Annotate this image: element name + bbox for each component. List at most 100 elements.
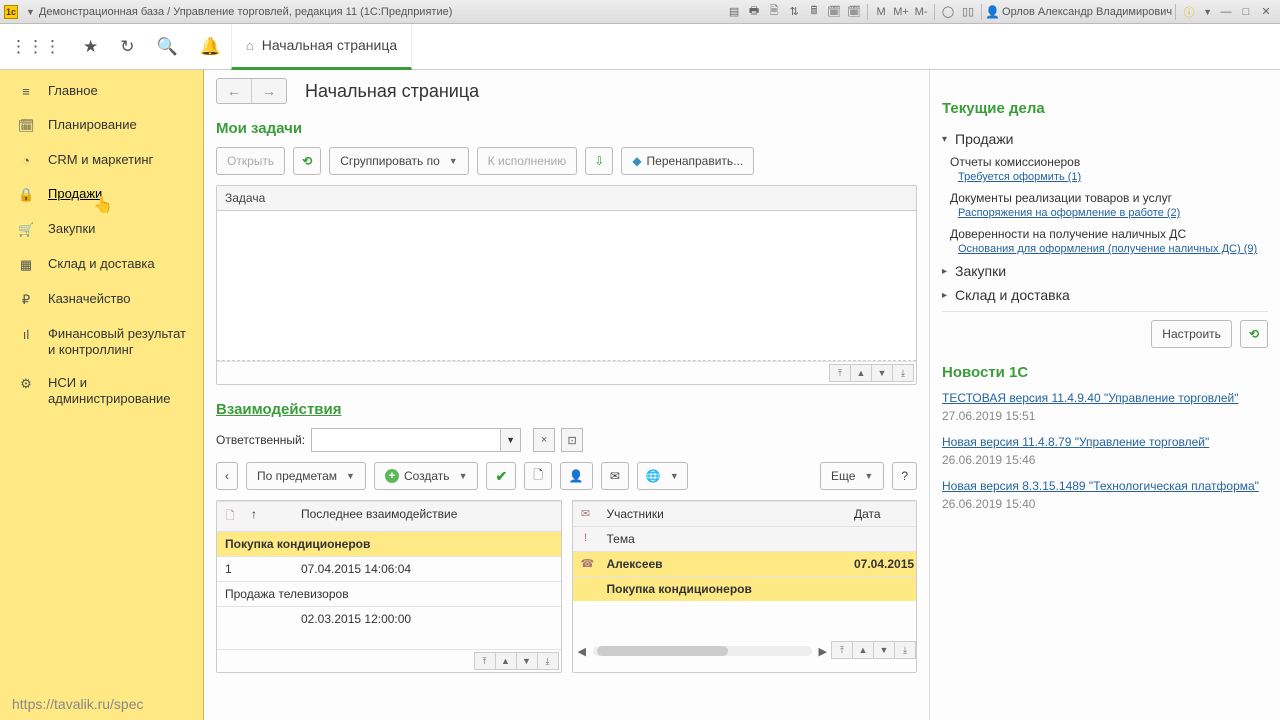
scroll-down-button[interactable]: ▼ (871, 364, 893, 382)
doc-icon[interactable]: 🗎 (765, 3, 783, 21)
affairs-link[interactable]: Распоряжения на оформление в работе (2) (942, 205, 1268, 223)
calendar-icon[interactable]: 🗓 (825, 3, 843, 21)
info-icon[interactable]: ⓘ (1180, 3, 1198, 21)
pick-button[interactable]: ⊡ (561, 428, 583, 452)
interactions-title[interactable]: Взаимодействия (216, 401, 917, 418)
scroll-down-button[interactable]: ▼ (873, 641, 895, 659)
sidebar-item-main[interactable]: ≡Главное (0, 74, 203, 108)
news-link[interactable]: Новая версия 8.3.15.1489 "Технологическа… (942, 479, 1259, 493)
create-button[interactable]: +Создать▼ (374, 462, 479, 490)
col-sort[interactable]: ↑ (243, 502, 293, 531)
table-row[interactable]: ☎ Алексеев 07.04.2015 (573, 551, 917, 576)
by-subject-button[interactable]: По предметам▼ (246, 462, 366, 490)
minimize-icon[interactable]: — (1217, 3, 1235, 21)
scroll-up-button[interactable]: ▲ (852, 641, 874, 659)
nav-back-button[interactable]: ← (217, 79, 252, 103)
star-icon[interactable]: ★ (83, 37, 98, 57)
col-task[interactable]: Задача (217, 186, 273, 210)
todo-button[interactable]: К исполнению (477, 147, 578, 175)
cart-icon: 🛒 (18, 222, 34, 238)
info-chevron-icon[interactable]: ▼ (1203, 7, 1212, 17)
refresh-affairs-button[interactable]: ⟲ (1240, 320, 1268, 348)
affairs-link[interactable]: Требуется оформить (1) (942, 169, 1268, 187)
table-row[interactable]: 02.03.2015 12:00:00 (217, 606, 561, 631)
affairs-group-purchases[interactable]: ▸Закупки (942, 259, 1268, 283)
scroll-bottom-button[interactable]: ⤓ (892, 364, 914, 382)
tasks-body[interactable] (217, 211, 916, 361)
check-button[interactable]: ✔ (486, 462, 516, 490)
print-icon[interactable]: 🖶 (745, 3, 763, 21)
mail-button[interactable]: ✉ (601, 462, 629, 490)
user-name[interactable]: Орлов Александр Владимирович (1002, 6, 1172, 18)
col-type-icon[interactable]: ✉ (573, 502, 599, 526)
doc-button[interactable]: 🗋 (524, 462, 552, 490)
scroll-down-button[interactable]: ▼ (516, 652, 538, 670)
scroll-top-button[interactable]: ⤒ (474, 652, 496, 670)
col-last[interactable]: Последнее взаимодействие (293, 502, 561, 531)
globe-button[interactable]: 🌐▼ (637, 462, 688, 490)
nav-back-icon[interactable]: ◯ (939, 3, 957, 21)
help-button[interactable]: ? (892, 462, 917, 490)
sidebar-item-planning[interactable]: 🗓Планирование (0, 108, 203, 143)
maximize-icon[interactable]: □ (1237, 3, 1255, 21)
m-minus-btn[interactable]: M- (912, 3, 930, 21)
history-icon[interactable]: ↻ (120, 37, 134, 57)
tab-home[interactable]: ⌂ Начальная страница (231, 24, 412, 70)
group-button[interactable]: Сгруппировать по▼ (329, 147, 468, 175)
scroll-bottom-button[interactable]: ⤓ (537, 652, 559, 670)
more-button[interactable]: Еще▼ (820, 462, 884, 490)
news-link[interactable]: Новая версия 11.4.8.79 "Управление торго… (942, 435, 1209, 449)
back-button[interactable]: ‹ (216, 462, 238, 490)
table-row[interactable]: Продажа телевизоров (217, 581, 561, 606)
sidebar-item-crm[interactable]: ◔CRM и маркетинг (0, 143, 203, 177)
configure-button[interactable]: Настроить (1151, 320, 1232, 348)
toolbar-icon[interactable]: ▤ (725, 3, 743, 21)
filter-button[interactable]: ⇩ (585, 147, 613, 175)
calendar2-icon[interactable]: 🗓 (845, 3, 863, 21)
news-time: 27.06.2019 15:51 (942, 409, 1268, 423)
news-link[interactable]: ТЕСТОВАЯ версия 11.4.9.40 "Управление то… (942, 391, 1238, 405)
scroll-top-button[interactable]: ⤒ (829, 364, 851, 382)
book-icon[interactable]: ▯▯ (959, 3, 977, 21)
compare-icon[interactable]: ⇅ (785, 3, 803, 21)
table-row[interactable]: Покупка кондиционеров (217, 531, 561, 556)
col-priority-icon[interactable]: ! (573, 527, 599, 551)
scroll-bottom-button[interactable]: ⤓ (894, 641, 916, 659)
h-scrollbar[interactable]: ◀▶ (573, 641, 833, 661)
forward-button[interactable]: ◆Перенаправить... (621, 147, 754, 175)
sidebar-item-warehouse[interactable]: ▦Склад и доставка (0, 247, 203, 282)
nav-forward-button[interactable]: → (252, 79, 286, 103)
col-participants[interactable]: Участники (599, 502, 847, 526)
affairs-link[interactable]: Основания для оформления (получение нали… (942, 241, 1268, 259)
scroll-top-button[interactable]: ⤒ (831, 641, 853, 659)
sidebar-item-admin[interactable]: ⚙НСИ и администрирование (0, 366, 203, 415)
globe-icon: 🌐 (646, 469, 661, 483)
close-icon[interactable]: ✕ (1257, 3, 1275, 21)
m-plus-btn[interactable]: M+ (892, 3, 910, 21)
sidebar-item-treasury[interactable]: ₽Казначейство (0, 282, 203, 317)
search-icon[interactable]: 🔍 (157, 37, 178, 57)
apps-icon[interactable]: ⋮⋮⋮ (10, 37, 61, 57)
calc-icon[interactable]: 🖩 (805, 3, 823, 21)
col-date[interactable]: Дата (846, 502, 916, 526)
bell-icon[interactable]: 🔔 (200, 37, 221, 57)
responsible-input[interactable] (311, 428, 501, 452)
affairs-group-warehouse[interactable]: ▸Склад и доставка (942, 283, 1268, 307)
col-subject[interactable]: Тема (599, 527, 917, 551)
refresh-button[interactable]: ⟲ (293, 147, 321, 175)
clear-button[interactable]: × (533, 428, 555, 452)
table-row[interactable]: 1 07.04.2015 14:06:04 (217, 556, 561, 581)
sidebar-item-finance[interactable]: ılФинансовый результат и контроллинг (0, 317, 203, 366)
sidebar-item-sales[interactable]: 🔒Продажи (0, 177, 203, 212)
chevron-down-icon[interactable]: ▼ (26, 7, 35, 17)
m-btn[interactable]: M (872, 3, 890, 21)
scroll-up-button[interactable]: ▲ (495, 652, 517, 670)
affairs-group-sales[interactable]: ▾Продажи (942, 127, 1268, 151)
col-icon[interactable]: 🗋 (217, 502, 243, 531)
open-button[interactable]: Открыть (216, 147, 285, 175)
sidebar-item-purchases[interactable]: 🛒Закупки (0, 212, 203, 247)
table-row[interactable]: Покупка кондиционеров (573, 576, 917, 601)
scroll-up-button[interactable]: ▲ (850, 364, 872, 382)
person-button[interactable]: 👤 (560, 462, 593, 490)
responsible-dropdown[interactable]: ▼ (501, 428, 521, 452)
